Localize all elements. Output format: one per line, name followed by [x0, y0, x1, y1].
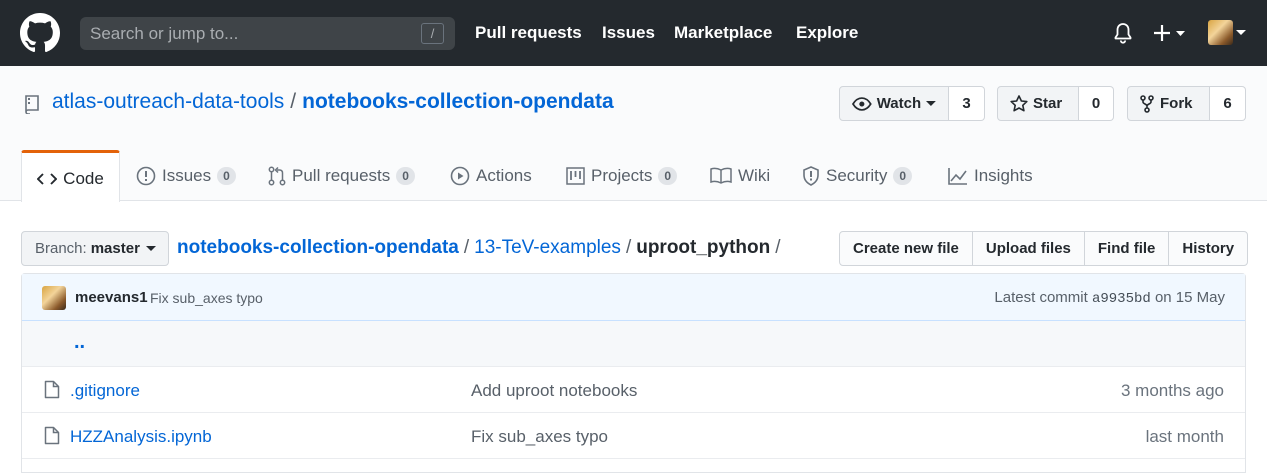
file-name-link[interactable]: .gitignore: [70, 381, 140, 401]
search-input[interactable]: Search or jump to... /: [80, 17, 455, 50]
tab-pull-requests-label: Pull requests: [292, 165, 391, 185]
latest-commit-label: Latest commit: [994, 289, 1088, 306]
tab-actions-label: Actions: [476, 165, 532, 185]
repo-title: atlas-outreach-data-tools / notebooks-coll…: [52, 90, 614, 114]
breadcrumb: notebooks-collection-opendata/13-TeV-exa…: [177, 237, 786, 259]
fork-group: Fork 6: [1127, 86, 1246, 121]
repo-title-separator: /: [290, 90, 297, 113]
fork-count[interactable]: 6: [1210, 86, 1246, 121]
file-icon: [44, 426, 60, 445]
tab-insights[interactable]: Insights: [948, 150, 1033, 201]
breadcrumb-current: uproot_python: [636, 237, 771, 258]
tab-projects[interactable]: Projects 0: [566, 150, 678, 201]
commit-author[interactable]: meevans1: [75, 289, 148, 306]
commit-date: on 15 May: [1154, 289, 1225, 306]
upload-files-button[interactable]: Upload files: [971, 231, 1085, 266]
commit-message[interactable]: Fix sub_axes typo: [150, 290, 263, 306]
tab-wiki[interactable]: Wiki: [710, 150, 770, 201]
star-count[interactable]: 0: [1079, 86, 1114, 121]
commit-author-avatar[interactable]: [42, 286, 66, 310]
history-button[interactable]: History: [1168, 231, 1249, 266]
file-commit-message[interactable]: Add uproot notebooks: [471, 381, 637, 401]
file-browser: meevans1 Fix sub_axes typo Latest commit…: [21, 273, 1246, 473]
tab-insights-label: Insights: [974, 165, 1033, 185]
nav-marketplace[interactable]: Marketplace: [674, 23, 772, 43]
tab-projects-count: 0: [658, 166, 678, 185]
repo-owner-link[interactable]: atlas-outreach-data-tools: [52, 90, 284, 113]
breadcrumb-folder-link[interactable]: 13-TeV-examples: [474, 237, 621, 258]
watch-group: Watch 3: [839, 86, 985, 121]
file-icon: [44, 380, 60, 399]
github-logo-icon[interactable]: [20, 13, 60, 53]
star-icon: [1010, 95, 1028, 112]
search-shortcut-key: /: [421, 23, 444, 44]
branch-prefix: Branch:: [35, 240, 87, 257]
nav-pull-requests[interactable]: Pull requests: [475, 23, 582, 43]
code-icon: [37, 172, 58, 186]
bell-icon[interactable]: [1113, 22, 1133, 44]
branch-name: master: [90, 240, 140, 257]
search-placeholder: Search or jump to...: [90, 24, 239, 43]
file-actions: Create new file Upload files Find file H…: [839, 231, 1249, 266]
tab-code[interactable]: Code: [21, 150, 120, 202]
shield-icon: [802, 165, 820, 186]
tab-issues-label: Issues: [162, 165, 212, 185]
file-name-link[interactable]: HZZAnalysis.ipynb: [70, 427, 212, 447]
file-commit-message[interactable]: Fix sub_axes typo: [471, 427, 608, 447]
commit-sha[interactable]: a9935bd: [1092, 291, 1151, 307]
tab-issues[interactable]: Issues 0: [136, 150, 236, 201]
breadcrumb-root-link[interactable]: notebooks-collection-opendata: [177, 237, 459, 258]
table-row: HZZAnalysis.ipynb Fix sub_axes typo last…: [22, 413, 1245, 459]
tab-security[interactable]: Security 0: [802, 150, 913, 201]
repo-icon: [25, 95, 39, 114]
parent-directory-link[interactable]: ..: [74, 331, 85, 354]
star-group: Star 0: [997, 86, 1114, 121]
breadcrumb-separator: /: [775, 237, 781, 258]
avatar-caret-icon[interactable]: [1236, 29, 1246, 37]
create-new-file-button[interactable]: Create new file: [839, 231, 973, 266]
nav-explore[interactable]: Explore: [796, 23, 858, 43]
tab-actions[interactable]: Actions: [450, 150, 532, 201]
graph-icon: [948, 167, 968, 185]
project-icon: [566, 166, 585, 185]
breadcrumb-separator: /: [625, 237, 632, 258]
branch-select-button[interactable]: Branch: master: [21, 231, 169, 266]
branch-caret-icon: [145, 245, 156, 251]
fork-label: Fork: [1160, 95, 1193, 112]
tab-issues-count: 0: [217, 166, 236, 185]
eye-icon: [852, 96, 872, 111]
tab-security-label: Security: [826, 165, 888, 185]
issue-icon: [136, 166, 156, 186]
table-row: .gitignore Add uproot notebooks 3 months…: [22, 367, 1245, 413]
plus-dropdown-icon[interactable]: [1153, 24, 1189, 42]
watch-button[interactable]: Watch: [839, 86, 949, 121]
file-age: last month: [1145, 427, 1224, 446]
watch-count[interactable]: 3: [949, 86, 985, 121]
play-icon: [450, 166, 470, 186]
tab-projects-label: Projects: [591, 165, 653, 185]
tab-pull-requests[interactable]: Pull requests 0: [268, 150, 415, 201]
file-age: 3 months ago: [1120, 381, 1224, 400]
tab-wiki-label: Wiki: [738, 165, 771, 185]
fork-icon: [1140, 94, 1154, 113]
user-avatar[interactable]: [1208, 20, 1233, 45]
repo-name-link[interactable]: notebooks-collection-opendata: [302, 90, 614, 113]
tab-pull-requests-count: 0: [396, 166, 415, 185]
tab-code-label: Code: [63, 168, 104, 188]
latest-commit-info: Latest commit a9935bd on 15 May: [994, 289, 1225, 307]
fork-button[interactable]: Fork: [1127, 86, 1210, 121]
star-button[interactable]: Star: [997, 86, 1079, 121]
global-header: Search or jump to... / Pull requests Iss…: [0, 0, 1267, 66]
book-icon: [710, 167, 732, 184]
commit-tease: meevans1 Fix sub_axes typo Latest commit…: [22, 274, 1245, 321]
tab-security-count: 0: [893, 166, 913, 185]
watch-caret-icon: [926, 100, 936, 106]
nav-issues[interactable]: Issues: [602, 23, 655, 43]
pull-request-icon: [268, 166, 286, 186]
star-label: Star: [1033, 95, 1063, 112]
watch-label: Watch: [876, 95, 922, 112]
find-file-button[interactable]: Find file: [1083, 231, 1170, 266]
breadcrumb-separator: /: [463, 237, 470, 258]
parent-directory-row[interactable]: ..: [22, 321, 1245, 367]
